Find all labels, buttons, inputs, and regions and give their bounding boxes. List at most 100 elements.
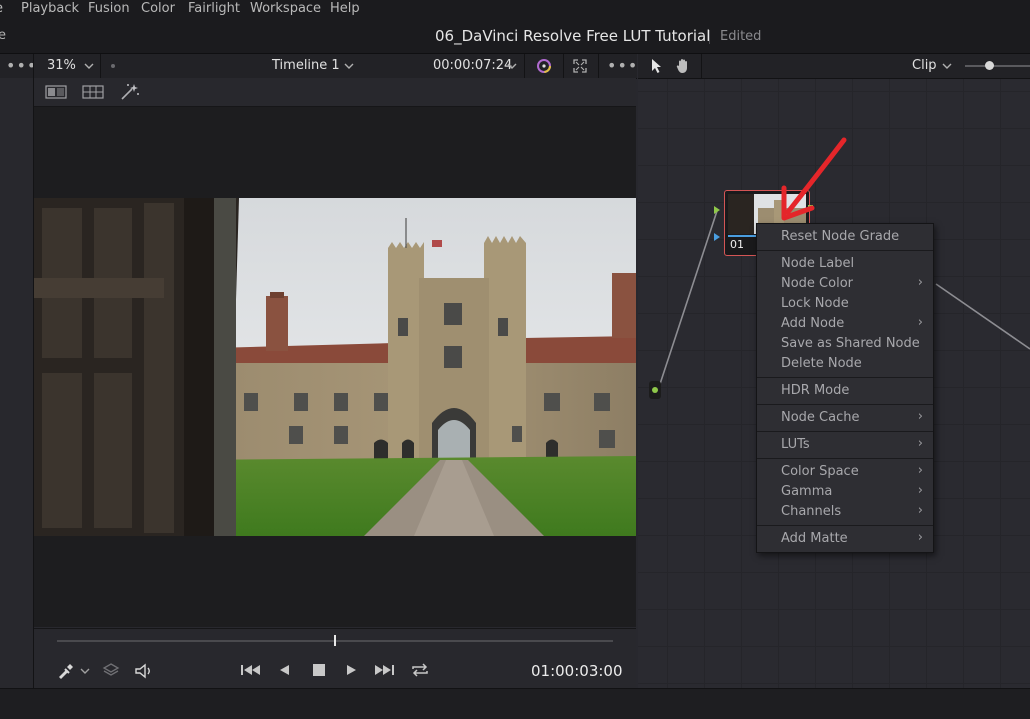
menu-playback[interactable]: Playback — [21, 1, 79, 16]
menu-fairlight[interactable]: Fairlight — [188, 1, 240, 16]
menu-item-node-cache[interactable]: Node Cache › — [757, 408, 933, 428]
menu-item-hdr-mode[interactable]: HDR Mode — [757, 381, 933, 401]
mode-chevron-down-icon[interactable] — [942, 62, 952, 70]
video-frame — [34, 198, 636, 536]
skip-to-end-icon[interactable] — [374, 663, 396, 677]
menu-item-reset-node-grade[interactable]: Reset Node Grade — [757, 227, 933, 247]
menu-item-label: Lock Node — [781, 296, 849, 311]
menu-separator — [757, 431, 933, 432]
toolbar-divider — [563, 54, 564, 78]
pointer-tool-icon[interactable] — [650, 58, 664, 74]
menu-help[interactable]: Help — [330, 1, 360, 16]
node-mode-selector[interactable]: Clip — [912, 58, 937, 73]
node-zoom-slider-track[interactable] — [965, 65, 1030, 67]
menu-item-partial[interactable]: e — [0, 1, 3, 16]
menu-color[interactable]: Color — [141, 1, 175, 16]
menu-fusion[interactable]: Fusion — [88, 1, 130, 16]
menu-separator — [757, 458, 933, 459]
timeline-name[interactable]: Timeline 1 — [272, 58, 340, 73]
play-icon[interactable] — [345, 663, 359, 677]
node-zoom-slider-handle[interactable] — [985, 61, 994, 70]
toolbar-divider — [100, 54, 101, 78]
viewer-canvas[interactable] — [34, 107, 636, 627]
hand-tool-icon[interactable] — [675, 57, 692, 74]
transport-timecode: 01:00:03:00 — [531, 662, 623, 680]
title-divider — [709, 30, 710, 44]
annotation-arrow-icon — [781, 137, 847, 221]
submenu-chevron-right-icon: › — [917, 483, 923, 498]
submenu-chevron-right-icon: › — [917, 436, 923, 451]
node-number-label: 01 — [730, 238, 744, 251]
color-wheel-icon[interactable] — [535, 57, 553, 75]
project-title: 06_DaVinci Resolve Free LUT Tutorial — [435, 27, 711, 45]
left-side-panel — [0, 78, 34, 688]
skip-to-start-icon[interactable] — [240, 663, 262, 677]
menu-workspace[interactable]: Workspace — [250, 1, 321, 16]
timeline-chevron-down-icon[interactable] — [344, 62, 354, 70]
title-left-partial-text: e — [0, 28, 6, 43]
speaker-icon[interactable] — [134, 662, 154, 680]
menu-item-save-as-shared-node[interactable]: Save as Shared Node — [757, 334, 933, 354]
source-input-node[interactable] — [649, 381, 661, 399]
menu-item-delete-node[interactable]: Delete Node — [757, 354, 933, 374]
menu-item-label: Node Label — [781, 256, 855, 271]
stop-icon[interactable] — [312, 663, 326, 677]
menu-item-label: HDR Mode — [781, 383, 850, 398]
playhead[interactable] — [334, 635, 336, 646]
viewer-timecode[interactable]: 00:00:07:24 — [433, 58, 512, 73]
play-reverse-icon[interactable] — [277, 663, 291, 677]
menu-item-label: Color Space — [781, 464, 859, 479]
menu-item-luts[interactable]: LUTs › — [757, 435, 933, 455]
eyedropper-icon[interactable] — [56, 662, 74, 680]
submenu-chevron-right-icon: › — [917, 275, 923, 290]
toolbar-divider — [524, 54, 525, 78]
menu-item-label: Add Node — [781, 316, 845, 331]
toolbar-divider — [701, 54, 702, 78]
node-context-menu: Reset Node Grade Node Label Node Color ›… — [756, 223, 934, 553]
menu-separator — [757, 250, 933, 251]
dot-icon — [111, 64, 115, 68]
menu-item-label: Add Matte — [781, 531, 848, 546]
title-bar: e 06_DaVinci Resolve Free LUT Tutorial E… — [0, 20, 1030, 54]
zoom-level[interactable]: 31% — [47, 58, 76, 73]
toolbar-divider — [598, 54, 599, 78]
menu-item-lock-node[interactable]: Lock Node — [757, 294, 933, 314]
menu-item-add-node[interactable]: Add Node › — [757, 314, 933, 334]
menu-item-node-color[interactable]: Node Color › — [757, 274, 933, 294]
viewer-toolbar: ••• 31% Timeline 1 00:00:07:24 ••• — [0, 54, 637, 79]
menu-separator — [757, 377, 933, 378]
toolbar-divider — [33, 54, 34, 78]
menu-item-color-space[interactable]: Color Space › — [757, 462, 933, 482]
menu-item-gamma[interactable]: Gamma › — [757, 482, 933, 502]
menu-bar: e Playback Fusion Color Fairlight Worksp… — [0, 0, 1030, 20]
split-screen-icon[interactable] — [45, 85, 67, 99]
menu-item-label: Save as Shared Node — [781, 336, 920, 351]
eyedropper-chevron-down-icon[interactable] — [80, 667, 90, 675]
project-status: Edited — [720, 29, 762, 44]
source-output-dot[interactable] — [652, 387, 658, 393]
menu-item-label: LUTs — [781, 437, 810, 452]
timecode-chevron-down-icon[interactable] — [507, 62, 517, 70]
transport-controls: 01:00:03:00 — [34, 628, 636, 689]
submenu-chevron-right-icon: › — [917, 530, 923, 545]
menu-item-node-label[interactable]: Node Label — [757, 254, 933, 274]
magic-wand-icon[interactable] — [120, 83, 140, 101]
bottom-status-bar — [0, 688, 1030, 719]
submenu-chevron-right-icon: › — [917, 409, 923, 424]
viewer-options-button[interactable]: ••• — [607, 56, 638, 75]
submenu-chevron-right-icon: › — [917, 463, 923, 478]
menu-item-add-matte[interactable]: Add Matte › — [757, 529, 933, 549]
grid-view-icon[interactable] — [82, 85, 104, 99]
fullscreen-icon[interactable] — [573, 59, 587, 73]
menu-item-label: Reset Node Grade — [781, 229, 900, 244]
menu-item-label: Gamma — [781, 484, 833, 499]
loop-icon[interactable] — [410, 662, 430, 678]
layers-icon[interactable] — [102, 662, 120, 680]
node-editor-toolbar: Clip — [638, 54, 1030, 79]
menu-separator — [757, 404, 933, 405]
menu-item-channels[interactable]: Channels › — [757, 502, 933, 522]
menu-item-label: Node Cache — [781, 410, 860, 425]
zoom-chevron-down-icon[interactable] — [84, 62, 94, 70]
menu-item-label: Node Color — [781, 276, 854, 291]
menu-item-label: Channels — [781, 504, 842, 519]
